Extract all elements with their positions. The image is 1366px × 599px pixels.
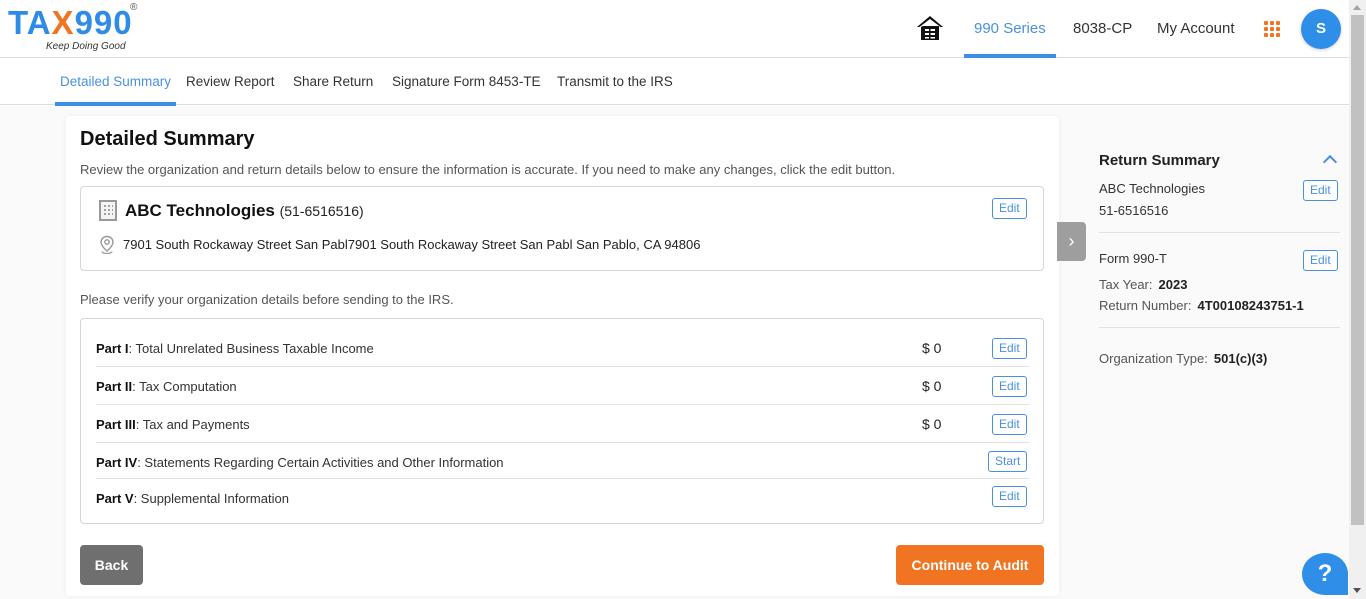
page-title: Detailed Summary — [80, 128, 255, 150]
chevron-right-icon[interactable]: › — [1057, 222, 1086, 261]
tab-transmit-irs[interactable]: Transmit to the IRS — [557, 58, 673, 105]
edit-part-ii-button[interactable]: Edit — [992, 376, 1027, 397]
return-steps-tabs: Detailed Summary Review Report Share Ret… — [0, 58, 1349, 106]
edit-part-iii-button[interactable]: Edit — [992, 414, 1027, 435]
home-icon[interactable] — [916, 14, 944, 42]
organization-address: 7901 South Rockaway Street San Pabl7901 … — [123, 237, 701, 252]
page-description: Review the organization and return detai… — [80, 162, 896, 177]
scroll-down-arrow-icon[interactable] — [1353, 588, 1361, 593]
tab-detailed-summary[interactable]: Detailed Summary — [54, 58, 177, 106]
detailed-summary-card: Detailed Summary Review the organization… — [66, 116, 1059, 596]
back-button[interactable]: Back — [80, 545, 143, 585]
tax-year-value: 2023 — [1158, 277, 1188, 292]
tax990-logo[interactable]: TAX990 ® Keep Doing Good — [8, 2, 148, 54]
part-row: Part I: Total Unrelated Business Taxable… — [96, 329, 1029, 367]
part-amount: $ 0 — [922, 340, 942, 356]
part-label: Part V: Supplemental Information — [96, 491, 289, 506]
summary-ein: 51-6516516 — [1099, 203, 1169, 218]
summary-org-type: Organization Type: 501(c)(3) — [1099, 351, 1267, 366]
vertical-scrollbar[interactable] — [1349, 0, 1366, 599]
part-title: : Statements Regarding Certain Activitie… — [137, 455, 504, 470]
tab-signature-form[interactable]: Signature Form 8453-TE — [392, 58, 541, 105]
part-label: Part II: Tax Computation — [96, 379, 237, 394]
organization-ein: (51-6516516) — [279, 203, 364, 219]
part-label: Part III: Tax and Payments — [96, 417, 250, 432]
user-avatar[interactable]: S — [1301, 9, 1341, 49]
part-title: : Supplemental Information — [133, 491, 289, 506]
logo-wordmark: TAX990 — [8, 4, 133, 42]
edit-part-i-button[interactable]: Edit — [992, 338, 1027, 359]
part-number: Part IV — [96, 455, 138, 470]
summary-return-number: Return Number: 4T00108243751-1 — [1099, 298, 1304, 313]
part-number: Part II — [96, 379, 133, 394]
organization-details: ABC Technologies (51-6516516) 7901 South… — [80, 186, 1044, 271]
return-number-label: Return Number: — [1099, 298, 1192, 313]
return-summary-title: Return Summary — [1099, 152, 1220, 169]
verify-instruction: Please verify your organization details … — [80, 292, 454, 307]
part-number: Part I — [96, 341, 129, 356]
part-amount: $ 0 — [922, 416, 942, 432]
summary-tax-year: Tax Year: 2023 — [1099, 277, 1187, 292]
part-label: Part I: Total Unrelated Business Taxable… — [96, 341, 374, 356]
building-icon — [99, 200, 117, 221]
part-title: : Tax Computation — [132, 379, 237, 394]
divider — [1099, 232, 1340, 233]
help-button[interactable]: ? — [1302, 553, 1348, 595]
organization-name: ABC Technologies (51-6516516) — [125, 201, 364, 221]
summary-form: Form 990-T — [1099, 251, 1167, 266]
form-parts-list: Part I: Total Unrelated Business Taxable… — [80, 318, 1044, 524]
top-header: TAX990 ® Keep Doing Good 990 Series 8038… — [0, 0, 1349, 58]
tax-year-label: Tax Year: — [1099, 277, 1153, 292]
edit-organization-button[interactable]: Edit — [992, 198, 1027, 219]
part-label: Part IV: Statements Regarding Certain Ac… — [96, 455, 504, 470]
grid-apps-icon[interactable] — [1264, 21, 1280, 37]
logo-tagline: Keep Doing Good — [46, 41, 126, 52]
return-number-value: 4T00108243751-1 — [1197, 298, 1304, 313]
edit-summary-org-button[interactable]: Edit — [1303, 180, 1338, 201]
registered-mark: ® — [130, 2, 138, 13]
scroll-up-arrow-icon[interactable] — [1353, 5, 1361, 10]
part-title: : Tax and Payments — [135, 417, 250, 432]
logo-text-a: TA — [8, 4, 52, 41]
tab-review-report[interactable]: Review Report — [186, 58, 275, 105]
edit-part-v-button[interactable]: Edit — [992, 486, 1027, 507]
edit-summary-form-button[interactable]: Edit — [1303, 250, 1338, 271]
tab-share-return[interactable]: Share Return — [293, 58, 373, 105]
part-number: Part III — [96, 417, 136, 432]
part-row: Part III: Tax and Payments $ 0 Edit — [96, 405, 1029, 443]
start-part-iv-button[interactable]: Start — [988, 451, 1028, 472]
part-amount: $ 0 — [922, 378, 942, 394]
nav-my-account[interactable]: My Account — [1157, 0, 1235, 58]
org-name-text: ABC Technologies — [125, 201, 275, 220]
summary-org-name: ABC Technologies — [1099, 181, 1205, 196]
part-row: Part II: Tax Computation $ 0 Edit — [96, 367, 1029, 405]
org-type-value: 501(c)(3) — [1213, 351, 1268, 366]
part-row: Part V: Supplemental Information Edit — [96, 479, 1029, 517]
part-title: : Total Unrelated Business Taxable Incom… — [128, 341, 374, 356]
continue-to-audit-button[interactable]: Continue to Audit — [896, 545, 1044, 585]
org-type-label: Organization Type: — [1099, 351, 1208, 366]
scroll-thumb[interactable] — [1351, 15, 1364, 525]
nav-990-series[interactable]: 990 Series — [964, 0, 1056, 58]
logo-text-x: X — [51, 4, 75, 41]
logo-text-b: 990 — [74, 4, 133, 41]
part-number: Part V — [96, 491, 134, 506]
nav-8038-cp[interactable]: 8038-CP — [1073, 0, 1132, 58]
location-pin-icon — [100, 235, 114, 254]
divider — [1099, 327, 1340, 328]
part-row: Part IV: Statements Regarding Certain Ac… — [96, 443, 1029, 479]
